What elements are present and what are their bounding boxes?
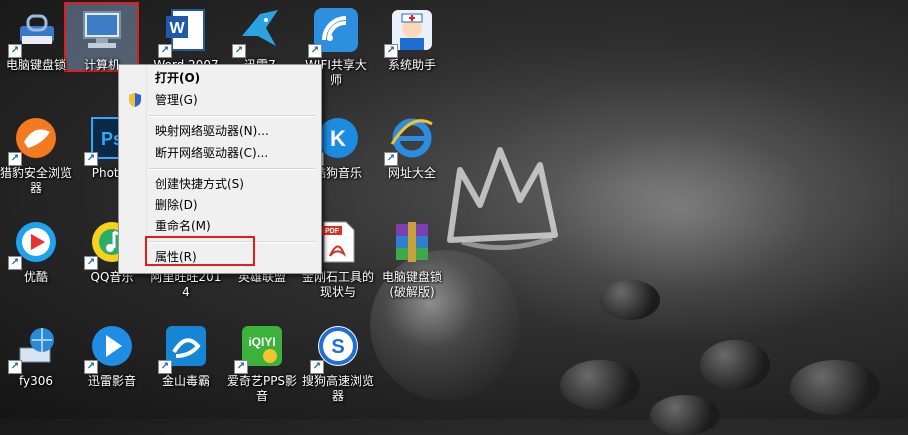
shortcut-arrow-icon: ↗ xyxy=(384,152,398,166)
shortcut-arrow-icon: ↗ xyxy=(8,256,22,270)
shortcut-arrow-icon: ↗ xyxy=(84,152,98,166)
desktop-icon-ie[interactable]: ↗ 网址大全 xyxy=(376,108,448,181)
uac-shield-icon xyxy=(129,93,141,107)
menu-item-delete[interactable]: 删除(D) xyxy=(121,195,317,215)
icon-label: 优酷 xyxy=(23,270,48,284)
sogou-browser-icon: S ↗ xyxy=(310,322,362,374)
wallpaper-stone xyxy=(650,395,720,435)
keyboard-lock-icon: ↗ xyxy=(8,6,60,58)
shortcut-arrow-icon: ↗ xyxy=(8,360,22,374)
icon-label: 爱奇艺PPS影音 xyxy=(226,374,298,403)
doctor-icon: ↗ xyxy=(384,6,436,58)
icon-label: 金山毒霸 xyxy=(161,374,210,388)
kingsoft-antivirus-icon: ↗ xyxy=(158,322,210,374)
shortcut-arrow-icon: ↗ xyxy=(308,44,322,58)
xunlei-player-icon: ↗ xyxy=(84,322,136,374)
icon-label: 搜狗高速浏览器 xyxy=(302,374,375,403)
wallpaper-stone xyxy=(560,360,640,410)
desktop-icon-iqiyi[interactable]: iQIYI ↗ 爱奇艺PPS影音 xyxy=(226,316,298,404)
wallpaper-stone xyxy=(790,360,880,415)
icon-label: 金刚石工具的现状与 xyxy=(302,270,375,299)
shortcut-arrow-icon: ↗ xyxy=(310,360,324,374)
desktop-icon-xunlei-player[interactable]: ↗ 迅雷影音 xyxy=(76,316,148,389)
shortcut-arrow-icon: ↗ xyxy=(158,44,172,58)
shortcut-arrow-icon: ↗ xyxy=(232,44,246,58)
wifi-icon: ↗ xyxy=(308,6,360,58)
shortcut-arrow-icon: ↗ xyxy=(84,256,98,270)
globe-laptop-icon: ↗ xyxy=(8,322,60,374)
iqiyi-icon: iQIYI ↗ xyxy=(234,322,286,374)
icon-label: 电脑键盘锁 xyxy=(5,58,66,72)
wallpaper-stone xyxy=(600,280,660,320)
desktop-icon-winrar[interactable]: 电脑键盘锁(破解版) xyxy=(376,212,448,300)
icon-label: 迅雷影音 xyxy=(87,374,136,388)
desktop-icon-computer[interactable]: 计算机 xyxy=(66,0,138,73)
icon-label: 猎豹安全浏览器 xyxy=(0,166,73,195)
desktop-icon-fy306[interactable]: ↗ fy306 xyxy=(0,316,72,389)
menu-separator xyxy=(149,168,315,170)
icon-label: fy306 xyxy=(18,374,54,388)
internet-explorer-icon: ↗ xyxy=(384,114,436,166)
svg-text:K: K xyxy=(330,126,346,151)
wallpaper-crown xyxy=(447,147,558,250)
xunlei-bird-icon: ↗ xyxy=(232,6,284,58)
menu-item-open[interactable]: 打开(O) xyxy=(121,68,317,88)
desktop-icon-xunlei[interactable]: ↗ 迅雷7 xyxy=(224,0,296,73)
icon-label: 网址大全 xyxy=(387,166,436,180)
menu-item-create-shortcut[interactable]: 创建快捷方式(S) xyxy=(121,174,317,194)
desktop-icon-system-helper[interactable]: ↗ 系统助手 xyxy=(376,0,448,73)
menu-item-manage[interactable]: 管理(G) xyxy=(121,90,317,110)
shortcut-arrow-icon: ↗ xyxy=(84,360,98,374)
icon-label: 电脑键盘锁(破解版) xyxy=(381,270,442,299)
computer-icon xyxy=(78,6,126,54)
menu-item-disconnect-drive[interactable]: 断开网络驱动器(C)... xyxy=(121,143,317,163)
liebao-browser-icon: ↗ xyxy=(8,114,60,166)
desktop-icon-kingsoft[interactable]: ↗ 金山毒霸 xyxy=(150,316,222,389)
youku-icon: ↗ xyxy=(8,218,60,270)
desktop-icon-sogou[interactable]: S ↗ 搜狗高速浏览器 xyxy=(302,316,374,404)
shortcut-arrow-icon: ↗ xyxy=(384,44,398,58)
desktop-icon-word[interactable]: W ↗ Word 2007 xyxy=(150,0,222,73)
shortcut-arrow-icon: ↗ xyxy=(8,152,22,166)
shortcut-arrow-icon: ↗ xyxy=(234,360,248,374)
properties-highlight-box xyxy=(145,236,255,266)
shortcut-arrow-icon: ↗ xyxy=(158,360,172,374)
svg-text:PDF: PDF xyxy=(325,228,340,235)
icon-label: 系统助手 xyxy=(387,58,436,72)
menu-separator xyxy=(149,115,315,117)
word-icon: W ↗ xyxy=(158,6,210,58)
menu-item-map-drive[interactable]: 映射网络驱动器(N)... xyxy=(121,121,317,141)
svg-text:iQIYI: iQIYI xyxy=(248,335,275,349)
menu-item-rename[interactable]: 重命名(M) xyxy=(121,216,317,236)
desktop-icon-keyboard-lock[interactable]: ↗ 电脑键盘锁 xyxy=(0,0,72,73)
desktop-icon-liebao[interactable]: ↗ 猎豹安全浏览器 xyxy=(0,108,72,196)
svg-text:W: W xyxy=(169,20,185,37)
shortcut-arrow-icon: ↗ xyxy=(8,44,22,58)
winrar-icon xyxy=(388,218,436,266)
wallpaper-stone xyxy=(700,340,770,390)
icon-label: 阿里旺旺2014 xyxy=(150,270,222,299)
desktop-icon-youku[interactable]: ↗ 优酷 xyxy=(0,212,72,285)
svg-text:S: S xyxy=(331,336,344,358)
